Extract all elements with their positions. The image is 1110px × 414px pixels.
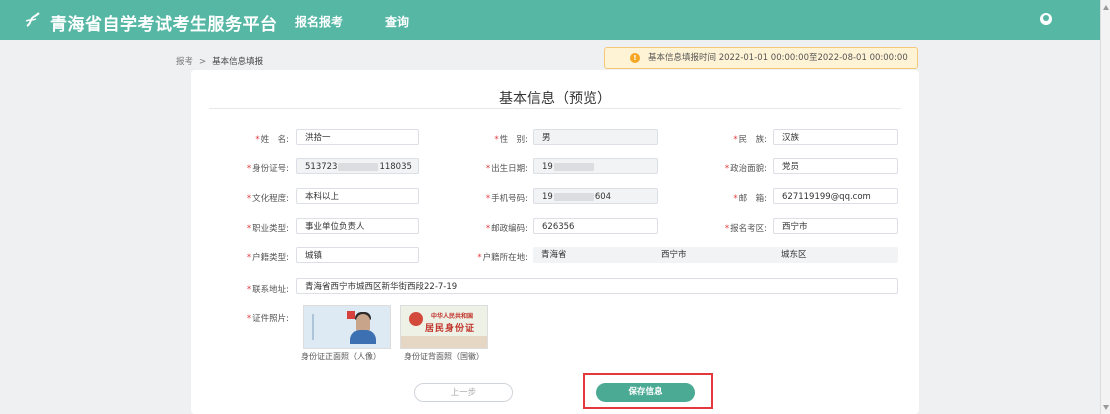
breadcrumb: 报考 > 基本信息填报 bbox=[176, 55, 263, 67]
birth-date-label: *出生日期: bbox=[485, 164, 528, 174]
logo-icon bbox=[25, 12, 40, 27]
ethnicity-label: *民 族: bbox=[733, 135, 767, 145]
hukou-location-field[interactable]: 青海省 西宁市 城东区 bbox=[533, 247, 898, 263]
hukou-type-label: *户籍类型: bbox=[246, 253, 289, 263]
redacted-block bbox=[553, 162, 594, 171]
id-card-text-lines bbox=[312, 314, 348, 340]
stamp-mark bbox=[347, 311, 355, 319]
education-field[interactable]: 本科以上 bbox=[296, 188, 419, 204]
user-icon[interactable] bbox=[1040, 13, 1052, 25]
breadcrumb-parent[interactable]: 报考 bbox=[176, 57, 193, 67]
city-value: 西宁市 bbox=[661, 250, 687, 260]
id-front-caption: 身份证正面照（人像） bbox=[301, 352, 381, 361]
redacted-block bbox=[338, 162, 379, 171]
id-back-caption: 身份证背面照（国徽） bbox=[404, 352, 484, 361]
exam-region-field[interactable]: 西宁市 bbox=[773, 218, 898, 234]
education-label: *文化程度: bbox=[246, 194, 289, 204]
site-title: 青海省自学考试考生服务平台 bbox=[50, 15, 278, 35]
political-status-label: *政治面貌: bbox=[724, 164, 767, 174]
portrait-body bbox=[350, 330, 376, 344]
email-field[interactable]: 627119199@qq.com bbox=[773, 188, 898, 204]
nav-item-query[interactable]: 查询 bbox=[385, 13, 409, 30]
id-front-photo[interactable] bbox=[303, 305, 391, 349]
title-divider bbox=[209, 108, 901, 109]
hukou-location-label: *户籍所在地: bbox=[477, 253, 528, 263]
hukou-type-field[interactable]: 城镇 bbox=[296, 247, 419, 263]
registration-period-notice: ! 基本信息填报时间 2022-01-01 00:00:00至2022-08-0… bbox=[604, 47, 918, 69]
photos-label: *证件照片: bbox=[246, 314, 289, 324]
scroll-up-arrow-icon[interactable] bbox=[1103, 5, 1109, 10]
nav-item-registration[interactable]: 报名报考 bbox=[295, 13, 343, 30]
breadcrumb-separator: > bbox=[199, 57, 207, 67]
email-label: *邮 箱: bbox=[733, 194, 767, 204]
phone-field[interactable]: 19 604 bbox=[533, 188, 658, 204]
political-status-field[interactable]: 党员 bbox=[773, 158, 898, 174]
save-info-button[interactable]: 保存信息 bbox=[596, 383, 695, 402]
national-emblem-icon bbox=[409, 312, 423, 326]
gender-field[interactable]: 男 bbox=[533, 129, 658, 145]
address-field[interactable]: 青海省西宁市城西区新华街西段22-7-19 bbox=[296, 278, 898, 294]
id-number-field[interactable]: 513723 118035 bbox=[296, 158, 419, 174]
id-back-line1: 中华人民共和国 bbox=[431, 313, 474, 320]
gender-label: *性 别: bbox=[494, 135, 528, 145]
info-icon: ! bbox=[630, 53, 640, 63]
address-label: *联系地址: bbox=[246, 285, 289, 295]
birth-date-field[interactable]: 19 bbox=[533, 158, 658, 174]
occupation-field[interactable]: 事业单位负责人 bbox=[296, 218, 419, 234]
id-back-line2: 居民身份证 bbox=[425, 324, 476, 334]
province-value: 青海省 bbox=[541, 250, 567, 260]
phone-label: *手机号码: bbox=[485, 194, 528, 204]
postcode-field[interactable]: 626356 bbox=[533, 218, 658, 234]
redacted-block bbox=[553, 192, 594, 201]
exam-region-label: *报名考区: bbox=[724, 224, 767, 234]
id-back-stripe bbox=[401, 336, 487, 348]
id-back-photo[interactable]: 中华人民共和国 居民身份证 bbox=[400, 305, 488, 349]
page-title: 基本信息（预览） bbox=[499, 91, 611, 107]
page-scrollbar[interactable] bbox=[1100, 0, 1110, 414]
name-label: *姓 名: bbox=[255, 135, 289, 145]
occupation-label: *职业类型: bbox=[246, 224, 289, 234]
breadcrumb-current: 基本信息填报 bbox=[212, 57, 264, 67]
notice-text: 基本信息填报时间 2022-01-01 00:00:00至2022-08-01 … bbox=[648, 53, 908, 63]
postcode-label: *邮政编码: bbox=[485, 224, 528, 234]
name-field[interactable]: 洪拾一 bbox=[296, 129, 419, 145]
scroll-down-arrow-icon[interactable] bbox=[1103, 405, 1109, 410]
id-number-label: *身份证号: bbox=[246, 164, 289, 174]
ethnicity-field[interactable]: 汉族 bbox=[773, 129, 898, 145]
basic-info-card: 基本信息（预览） bbox=[191, 70, 919, 414]
top-navbar: 青海省自学考试考生服务平台 报名报考 查询 bbox=[0, 0, 1100, 40]
previous-step-button[interactable]: 上一步 bbox=[414, 383, 513, 402]
district-value: 城东区 bbox=[781, 250, 807, 260]
